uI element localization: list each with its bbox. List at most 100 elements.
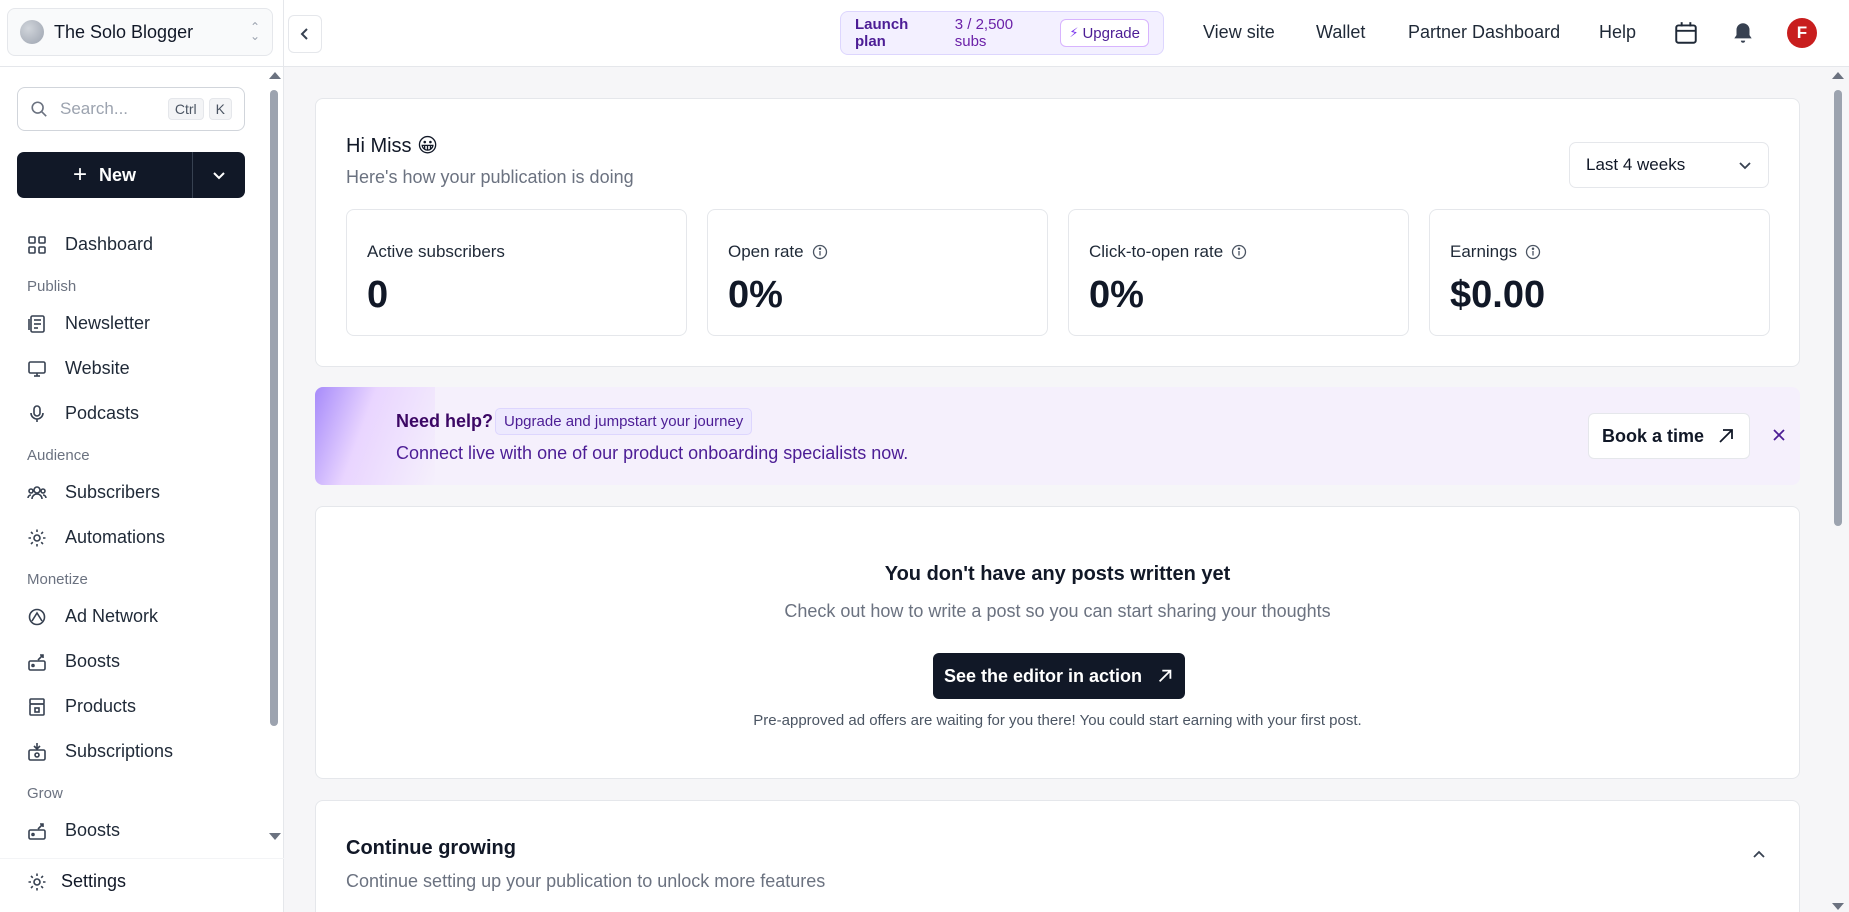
search-input[interactable]: Search... Ctrl K xyxy=(17,87,245,131)
info-icon[interactable] xyxy=(812,244,828,260)
stat-label: Active subscribers xyxy=(367,242,505,262)
stat-earnings: Earnings $0.00 xyxy=(1429,209,1770,336)
publication-switcher[interactable]: The Solo Blogger ⌃ ⌄ xyxy=(7,8,273,56)
sidebar-item-label: Products xyxy=(65,696,137,716)
external-arrow-icon xyxy=(1158,669,1172,683)
continue-growing-card: Continue growing Continue setting up you… xyxy=(315,800,1800,912)
book-a-time-label: Book a time xyxy=(1601,425,1705,446)
sidebar-divider xyxy=(0,66,284,67)
wallet-link[interactable]: Wallet xyxy=(1316,22,1365,43)
period-select[interactable]: Last 4 weeks xyxy=(1569,142,1769,188)
monitor-icon xyxy=(28,360,46,377)
collapse-sidebar-button[interactable] xyxy=(288,15,322,53)
shortcut-k: K xyxy=(208,98,232,120)
sidebar-item-products[interactable]: Products xyxy=(0,684,270,729)
scrollbar-thumb[interactable] xyxy=(1834,90,1842,526)
boost-icon xyxy=(28,822,46,840)
sidebar-item-settings[interactable]: Settings xyxy=(0,858,284,904)
posts-empty-subtitle: Check out how to write a post so you can… xyxy=(784,601,1331,621)
sidebar-item-dashboard[interactable]: Dashboard xyxy=(0,222,270,267)
newsletter-icon xyxy=(28,314,45,333)
close-banner-button[interactable] xyxy=(1767,423,1791,447)
new-dropdown-button[interactable] xyxy=(193,152,245,198)
stat-value: $0.00 xyxy=(1450,274,1546,316)
sidebar-item-automations[interactable]: Automations xyxy=(0,515,270,560)
gear-icon xyxy=(28,529,46,546)
plan-subs: 3 / 2,500 subs xyxy=(954,16,1014,50)
sidebar-item-label: Newsletter xyxy=(65,313,151,333)
scroll-up-arrow[interactable] xyxy=(1832,72,1844,79)
shortcut-ctrl: Ctrl xyxy=(167,98,204,120)
plus-icon: + xyxy=(72,161,87,188)
chevron-up-icon[interactable] xyxy=(1749,845,1769,865)
help-badge: Upgrade and jumpstart your journey xyxy=(495,408,753,435)
sidebar-item-ad-network[interactable]: Ad Network xyxy=(0,594,270,639)
sidebar-item-podcasts[interactable]: Podcasts xyxy=(0,391,270,436)
greeting-title: Hi Miss 😀 xyxy=(346,135,438,157)
scroll-down-arrow[interactable] xyxy=(1832,903,1844,910)
scrollbar-thumb[interactable] xyxy=(270,90,278,726)
scroll-up-arrow[interactable] xyxy=(269,72,281,79)
close-icon xyxy=(1773,429,1785,441)
sidebar-item-label: Podcasts xyxy=(65,403,140,423)
stat-open-rate: Open rate 0% xyxy=(707,209,1048,336)
plan-name: Launch plan xyxy=(855,16,909,50)
new-button-label: New xyxy=(99,164,137,185)
section-publish: Publish xyxy=(27,278,77,295)
see-editor-label: See the editor in action xyxy=(943,665,1143,686)
avatar[interactable]: F xyxy=(1787,18,1817,48)
partner-dashboard-link[interactable]: Partner Dashboard xyxy=(1408,22,1560,43)
scroll-down-arrow[interactable] xyxy=(269,833,281,840)
sidebar-item-subscribers[interactable]: Subscribers xyxy=(0,470,270,515)
bell-icon[interactable] xyxy=(1730,20,1756,46)
users-icon xyxy=(27,485,47,499)
sidebar-item-website[interactable]: Website xyxy=(0,346,270,391)
store-icon xyxy=(29,697,45,716)
sidebar-item-boosts[interactable]: Boosts xyxy=(0,639,270,684)
book-a-time-button[interactable]: Book a time xyxy=(1588,413,1750,459)
banner-gradient xyxy=(315,387,435,485)
search-icon xyxy=(31,101,47,117)
greeting-subtitle: Here's how your publication is doing xyxy=(346,167,634,187)
grid-icon xyxy=(28,235,46,254)
stat-active-subscribers: Active subscribers 0 xyxy=(346,209,687,336)
posts-empty-title: You don't have any posts written yet xyxy=(884,563,1231,585)
see-editor-button[interactable]: See the editor in action xyxy=(933,653,1185,699)
stat-value: 0% xyxy=(1089,274,1144,316)
stat-label: Earnings xyxy=(1450,242,1541,262)
continue-growing-title: Continue growing xyxy=(346,837,516,859)
continue-growing-subtitle: Continue setting up your publication to … xyxy=(346,871,826,891)
section-audience: Audience xyxy=(27,447,90,464)
sidebar-item-grow-boosts[interactable]: Boosts xyxy=(0,808,270,853)
posts-empty-state: You don't have any posts written yet Che… xyxy=(315,506,1800,779)
chevron-down-icon xyxy=(213,172,225,180)
section-grow: Grow xyxy=(27,785,63,802)
plan-badge[interactable]: Launch plan 3 / 2,500 subs ⚡ Upgrade xyxy=(840,11,1164,55)
info-icon[interactable] xyxy=(1525,244,1541,260)
new-button[interactable]: + New xyxy=(17,152,193,198)
main-scrollbar[interactable] xyxy=(1831,70,1845,912)
upgrade-label: Upgrade xyxy=(1082,24,1140,42)
search-placeholder: Search... xyxy=(60,99,129,118)
settings-icon xyxy=(28,873,46,890)
sidebar-nav: Dashboard Publish Newsletter Website Pod… xyxy=(0,222,270,853)
help-link[interactable]: Help xyxy=(1599,22,1636,43)
external-arrow-icon xyxy=(1719,429,1733,443)
chevron-left-icon xyxy=(300,28,308,40)
sidebar-item-newsletter[interactable]: Newsletter xyxy=(0,301,270,346)
period-value: Last 4 weeks xyxy=(1586,155,1686,174)
sidebar-item-label: Subscriptions xyxy=(65,741,174,761)
sidebar-item-subscriptions[interactable]: Subscriptions xyxy=(0,729,270,774)
info-icon[interactable] xyxy=(1231,244,1247,260)
sidebar: The Solo Blogger ⌃ ⌄ Search... Ctrl K + N… xyxy=(0,0,284,912)
ad-network-icon xyxy=(28,608,46,625)
stat-label-text: Active subscribers xyxy=(367,242,505,261)
view-site-link[interactable]: View site xyxy=(1203,22,1275,43)
sidebar-scrollbar[interactable] xyxy=(268,70,281,842)
stat-click-to-open-rate: Click-to-open rate 0% xyxy=(1068,209,1409,336)
help-banner: Need help? Upgrade and jumpstart your jo… xyxy=(315,387,1800,485)
calendar-icon[interactable] xyxy=(1673,20,1699,46)
upgrade-button[interactable]: ⚡ Upgrade xyxy=(1060,19,1149,47)
publication-logo xyxy=(20,20,44,44)
stat-label-text: Click-to-open rate xyxy=(1089,242,1224,261)
